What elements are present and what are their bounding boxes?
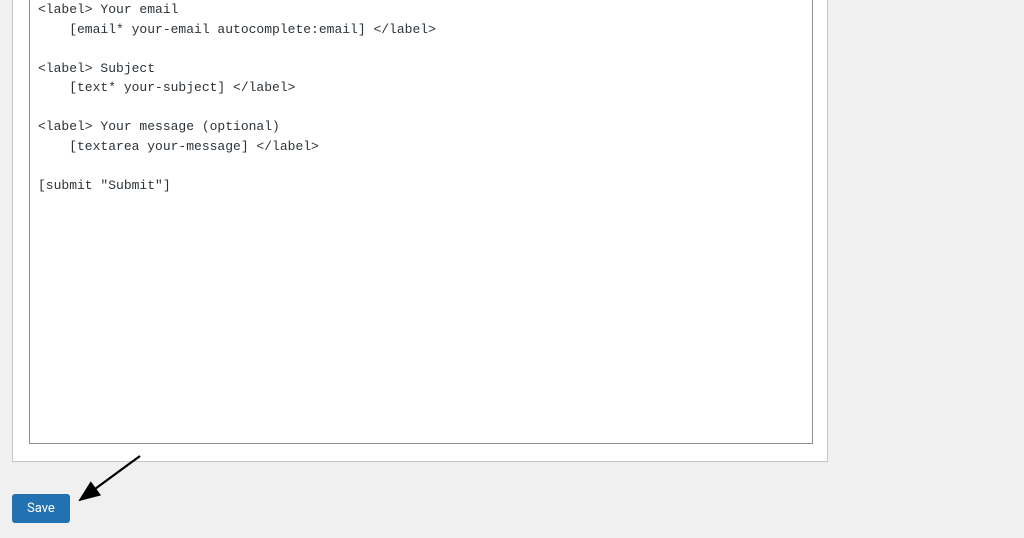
save-button[interactable]: Save (12, 494, 70, 523)
form-editor-panel (12, 0, 828, 462)
form-template-editor[interactable] (29, 0, 813, 444)
